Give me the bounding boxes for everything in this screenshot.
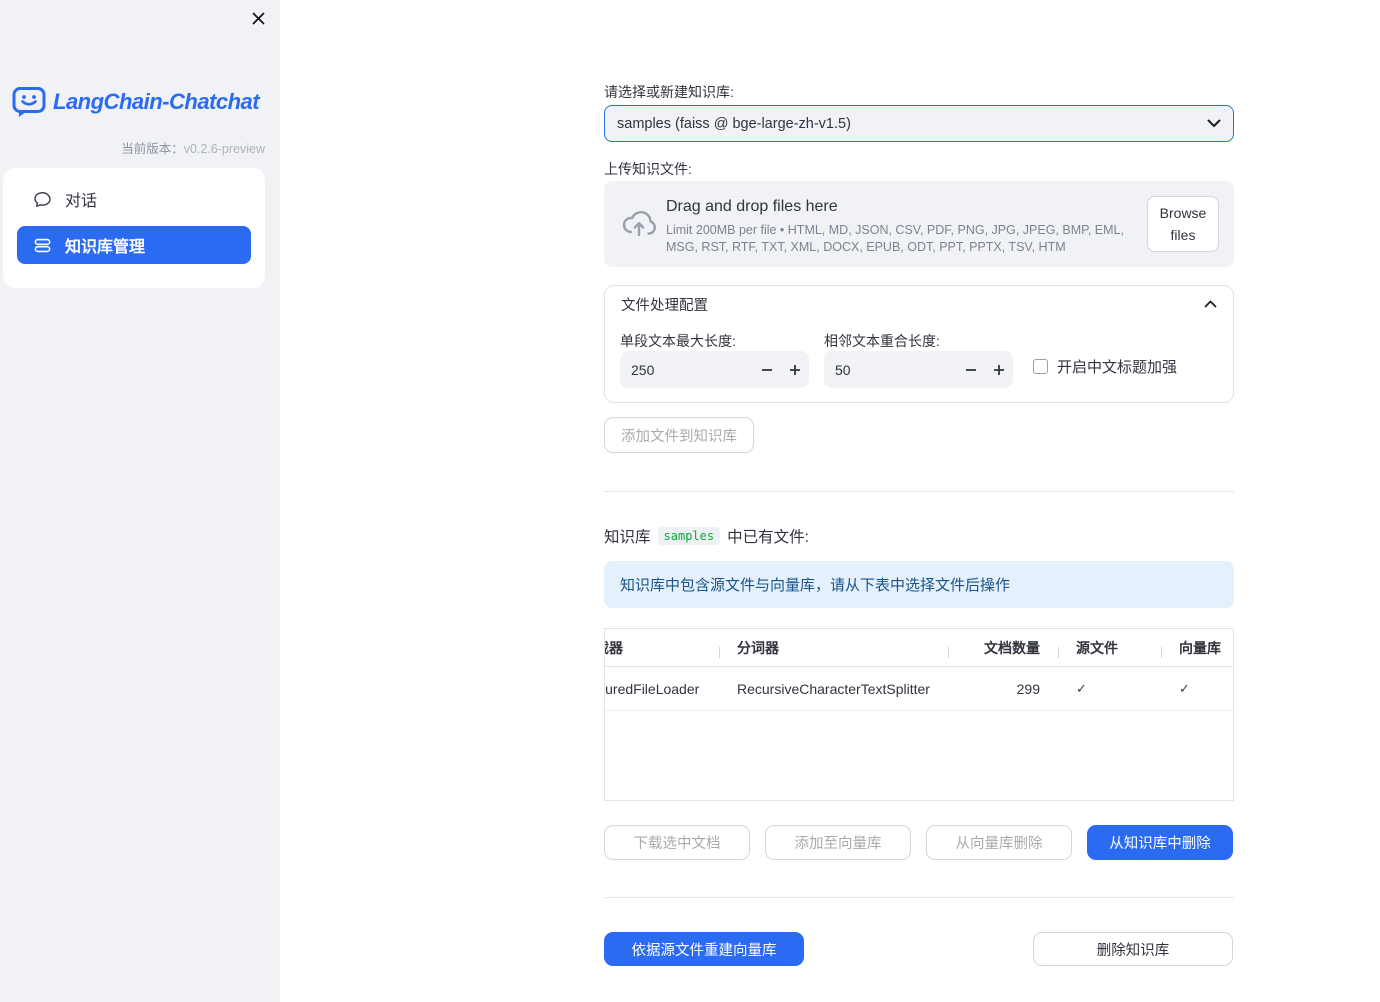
file-dropzone[interactable]: Drag and drop files here Limit 200MB per… xyxy=(604,181,1234,267)
col-header-doc-count: 文档数量 xyxy=(948,638,1058,658)
app-logo: LangChain-Chatchat xyxy=(12,86,260,118)
logo-chat-icon xyxy=(12,87,46,117)
table-header: 文档加载器 分词器 文档数量 源文件 向量库 xyxy=(605,629,1233,667)
cell-vector-store-check: ✓ xyxy=(1179,680,1190,696)
plus-icon xyxy=(790,364,800,375)
kb-files-heading: 知识库 samples 中已有文件: xyxy=(604,525,1234,547)
sidebar-close-button[interactable] xyxy=(248,8,268,28)
kb-actions-row: 依据源文件重建向量库 删除知识库 xyxy=(604,932,1234,966)
minus-icon xyxy=(762,368,772,371)
stack-icon xyxy=(33,236,52,255)
download-selected-button[interactable]: 下载选中文档 xyxy=(604,825,750,860)
rebuild-vector-store-button[interactable]: 依据源文件重建向量库 xyxy=(604,932,804,966)
browse-files-button[interactable]: Browse files xyxy=(1147,196,1219,252)
sidebar-item-kb-management[interactable]: 知识库管理 xyxy=(17,226,251,264)
plus-icon xyxy=(994,364,1004,375)
chunk-size-input[interactable]: 250 xyxy=(620,351,809,388)
sidebar-item-label: 知识库管理 xyxy=(65,239,146,256)
delete-from-kb-button[interactable]: 从知识库中删除 xyxy=(1087,825,1233,860)
col-header-splitter: 分词器 xyxy=(719,638,948,658)
file-actions-row: 下载选中文档 添加至向量库 从向量库删除 从知识库中删除 xyxy=(604,825,1234,860)
increment-button[interactable] xyxy=(985,351,1013,388)
table-row[interactable]: UnstructuredFileLoader RecursiveCharacte… xyxy=(605,667,1233,711)
overlap-size-input[interactable]: 50 xyxy=(824,351,1013,388)
files-table[interactable]: 文档加载器 分词器 文档数量 源文件 向量库 UnstructuredFileL… xyxy=(604,628,1234,801)
chat-bubble-icon xyxy=(33,190,52,209)
dropzone-hint: Limit 200MB per file • HTML, MD, JSON, C… xyxy=(666,223,1124,254)
info-alert: 知识库中包含源文件与向量库，请从下表中选择文件后操作 xyxy=(604,561,1234,608)
expander-title: 文件处理配置 xyxy=(621,297,708,314)
remove-from-vector-store-button[interactable]: 从向量库删除 xyxy=(926,825,1072,860)
version-text: 当前版本：v0.2.6-preview xyxy=(121,138,265,157)
file-config-expander: 文件处理配置 单段文本最大长度: 相邻文本重合长度: 250 50 开启中文标题… xyxy=(604,285,1234,403)
kb-select-label: 请选择或新建知识库: xyxy=(604,84,734,100)
files-table-inner: 文档加载器 分词器 文档数量 源文件 向量库 UnstructuredFileL… xyxy=(605,629,1233,711)
upload-label: 上传知识文件: xyxy=(604,161,692,177)
col-header-source-file: 源文件 xyxy=(1058,638,1161,658)
add-files-button[interactable]: 添加文件到知识库 xyxy=(604,417,754,453)
divider xyxy=(604,897,1234,898)
chevron-up-icon xyxy=(1204,300,1217,308)
cloud-upload-icon xyxy=(621,206,657,245)
kb-name-code: samples xyxy=(657,527,721,545)
kb-select-value: samples (faiss @ bge-large-zh-v1.5) xyxy=(617,115,851,132)
delete-kb-button[interactable]: 删除知识库 xyxy=(1033,932,1233,966)
logo-text: LangChain-Chatchat xyxy=(53,89,260,114)
zh-title-enhance-label[interactable]: 开启中文标题加强 xyxy=(1057,356,1177,377)
kb-select[interactable]: samples (faiss @ bge-large-zh-v1.5) xyxy=(604,105,1234,142)
divider xyxy=(604,491,1234,492)
main-content: 请选择或新建知识库: samples (faiss @ bge-large-zh… xyxy=(280,0,1380,1002)
decrement-button[interactable] xyxy=(753,351,781,388)
cell-doc-count: 299 xyxy=(1016,680,1040,697)
decrement-button[interactable] xyxy=(957,351,985,388)
zh-title-enhance-checkbox[interactable] xyxy=(1033,359,1048,374)
zh-title-enhance-row: 开启中文标题加强 xyxy=(1033,356,1177,377)
sidebar-item-dialogue[interactable]: 对话 xyxy=(17,180,251,218)
col-header-vector-store: 向量库 xyxy=(1161,638,1233,658)
overlap-size-value[interactable]: 50 xyxy=(824,362,957,378)
version-value: v0.2.6-preview xyxy=(183,142,265,156)
app-window: LangChain-Chatchat 当前版本：v0.2.6-preview 对… xyxy=(0,0,1380,1002)
cell-splitter: RecursiveCharacterTextSplitter xyxy=(737,680,930,697)
cell-loader: UnstructuredFileLoader xyxy=(605,680,700,697)
heading-prefix: 知识库 xyxy=(604,529,651,546)
chevron-down-icon xyxy=(1207,119,1221,128)
overlap-size-label: 相邻文本重合长度: xyxy=(824,333,940,349)
sidebar-item-label: 对话 xyxy=(65,193,98,210)
add-to-vector-store-button[interactable]: 添加至向量库 xyxy=(765,825,911,860)
version-label: 当前版本： xyxy=(121,142,184,156)
cell-source-file-check: ✓ xyxy=(1076,680,1087,696)
minus-icon xyxy=(966,368,976,371)
col-header-loader: 文档加载器 xyxy=(605,639,623,656)
close-icon xyxy=(252,12,264,24)
sidebar-menu: 对话 知识库管理 xyxy=(3,168,265,288)
chunk-size-value[interactable]: 250 xyxy=(620,362,753,378)
chunk-size-label: 单段文本最大长度: xyxy=(620,333,736,349)
sidebar: LangChain-Chatchat 当前版本：v0.2.6-preview 对… xyxy=(0,0,280,1002)
heading-suffix: 中已有文件: xyxy=(727,529,809,546)
dropzone-title: Drag and drop files here xyxy=(666,198,838,215)
expander-header[interactable]: 文件处理配置 xyxy=(605,286,1233,322)
info-text: 知识库中包含源文件与向量库，请从下表中选择文件后操作 xyxy=(620,577,1011,594)
increment-button[interactable] xyxy=(781,351,809,388)
